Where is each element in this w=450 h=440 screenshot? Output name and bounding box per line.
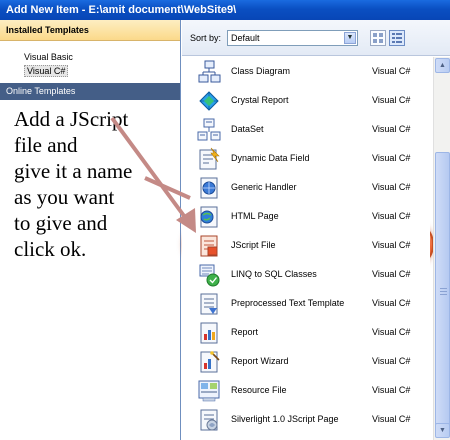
template-name: Dynamic Data Field <box>231 153 310 163</box>
template-name: Generic Handler <box>231 182 297 192</box>
template-language: Visual C# <box>372 211 411 221</box>
tree-item-label: Visual Basic <box>24 52 73 62</box>
template-name: Report <box>231 327 259 337</box>
template-item-silverlight-jscript-page[interactable]: Silverlight 1.0 JScript Page Visual C# <box>182 405 430 435</box>
tree-item-visual-basic[interactable]: Visual Basic <box>0 50 180 64</box>
template-name: Crystal Report <box>231 95 289 105</box>
instruction-annotation: Add a JScript file and give it a name as… <box>14 107 133 261</box>
html-page-icon <box>200 206 218 228</box>
template-list: Class Diagram Visual C# Crystal Report V… <box>182 57 430 440</box>
template-item-resource-file[interactable]: Resource File Visual C# <box>182 376 430 406</box>
template-name: Class Diagram <box>231 66 291 76</box>
report-icon <box>200 322 218 344</box>
chevron-down-icon[interactable]: ▼ <box>344 32 356 44</box>
templates-sidebar: Installed Templates Visual Basic Visual … <box>0 20 181 440</box>
template-name: Report Wizard <box>231 356 289 366</box>
template-item-class-diagram[interactable]: Class Diagram Visual C# <box>182 57 430 87</box>
template-item-crystal-report[interactable]: Crystal Report Visual C# <box>182 86 430 116</box>
dataset-icon <box>197 118 221 141</box>
text-template-icon <box>200 293 218 315</box>
tree-item-label: Visual C# <box>24 65 69 77</box>
scroll-up-icon[interactable]: ▲ <box>435 58 450 73</box>
template-item-generic-handler[interactable]: Generic Handler Visual C# <box>182 173 430 203</box>
template-language: Visual C# <box>372 124 411 134</box>
report-wizard-icon <box>200 351 220 373</box>
template-language: Visual C# <box>372 66 411 76</box>
template-language: Visual C# <box>372 269 411 279</box>
template-name: Preprocessed Text Template <box>231 298 345 308</box>
linq-to-sql-icon <box>199 264 220 287</box>
template-name: HTML Page <box>231 211 279 221</box>
silverlight-page-icon <box>200 409 218 431</box>
list-view-button[interactable] <box>389 30 405 46</box>
crystal-report-icon <box>199 91 219 111</box>
medium-icons-view-button[interactable] <box>370 30 386 46</box>
template-language: Visual C# <box>372 182 411 192</box>
online-templates-header[interactable]: Online Templates <box>0 83 180 100</box>
template-name: JScript File <box>231 240 276 250</box>
template-list-scrollbar[interactable]: ▲ ▼ <box>433 57 450 440</box>
sort-by-select[interactable]: Default ▼ <box>227 30 358 46</box>
template-name: LINQ to SQL Classes <box>231 269 317 279</box>
grid-view-icon <box>373 33 383 43</box>
template-language: Visual C# <box>372 153 411 163</box>
template-name: DataSet <box>231 124 264 134</box>
template-language: Visual C# <box>372 95 411 105</box>
template-item-html-page[interactable]: HTML Page Visual C# <box>182 202 430 232</box>
template-language: Visual C# <box>372 385 411 395</box>
template-item-jscript-file[interactable]: JScript File Visual C# <box>182 231 430 261</box>
template-item-report[interactable]: Report Visual C# <box>182 318 430 348</box>
template-language: Visual C# <box>372 356 411 366</box>
template-item-report-wizard[interactable]: Report Wizard Visual C# <box>182 347 430 377</box>
class-diagram-icon <box>198 60 221 83</box>
template-language: Visual C# <box>372 414 411 424</box>
sort-toolbar: Sort by: Default ▼ <box>182 20 450 56</box>
resource-file-icon <box>198 380 220 402</box>
template-language: Visual C# <box>372 240 411 250</box>
scroll-thumb[interactable] <box>435 152 450 432</box>
template-language: Visual C# <box>372 327 411 337</box>
dynamic-data-field-icon <box>199 147 220 170</box>
installed-templates-header[interactable]: Installed Templates <box>0 20 180 41</box>
jscript-file-icon <box>200 235 218 257</box>
template-item-dynamic-data-field[interactable]: Dynamic Data Field Visual C# <box>182 144 430 174</box>
template-name: Resource File <box>231 385 287 395</box>
template-item-preprocessed-text-template[interactable]: Preprocessed Text Template Visual C# <box>182 289 430 319</box>
tree-item-visual-csharp[interactable]: Visual C# <box>0 64 180 78</box>
sort-by-value: Default <box>231 33 260 43</box>
template-item-linq-to-sql[interactable]: LINQ to SQL Classes Visual C# <box>182 260 430 290</box>
generic-handler-icon <box>200 177 218 199</box>
sort-by-label: Sort by: <box>190 33 222 43</box>
template-item-dataset[interactable]: DataSet Visual C# <box>182 115 430 145</box>
template-language: Visual C# <box>372 298 411 308</box>
scroll-down-icon[interactable]: ▼ <box>435 423 450 438</box>
template-name: Silverlight 1.0 JScript Page <box>231 414 339 424</box>
window-title: Add New Item - E:\amit document\WebSite9… <box>0 0 450 20</box>
list-view-icon <box>392 33 402 43</box>
